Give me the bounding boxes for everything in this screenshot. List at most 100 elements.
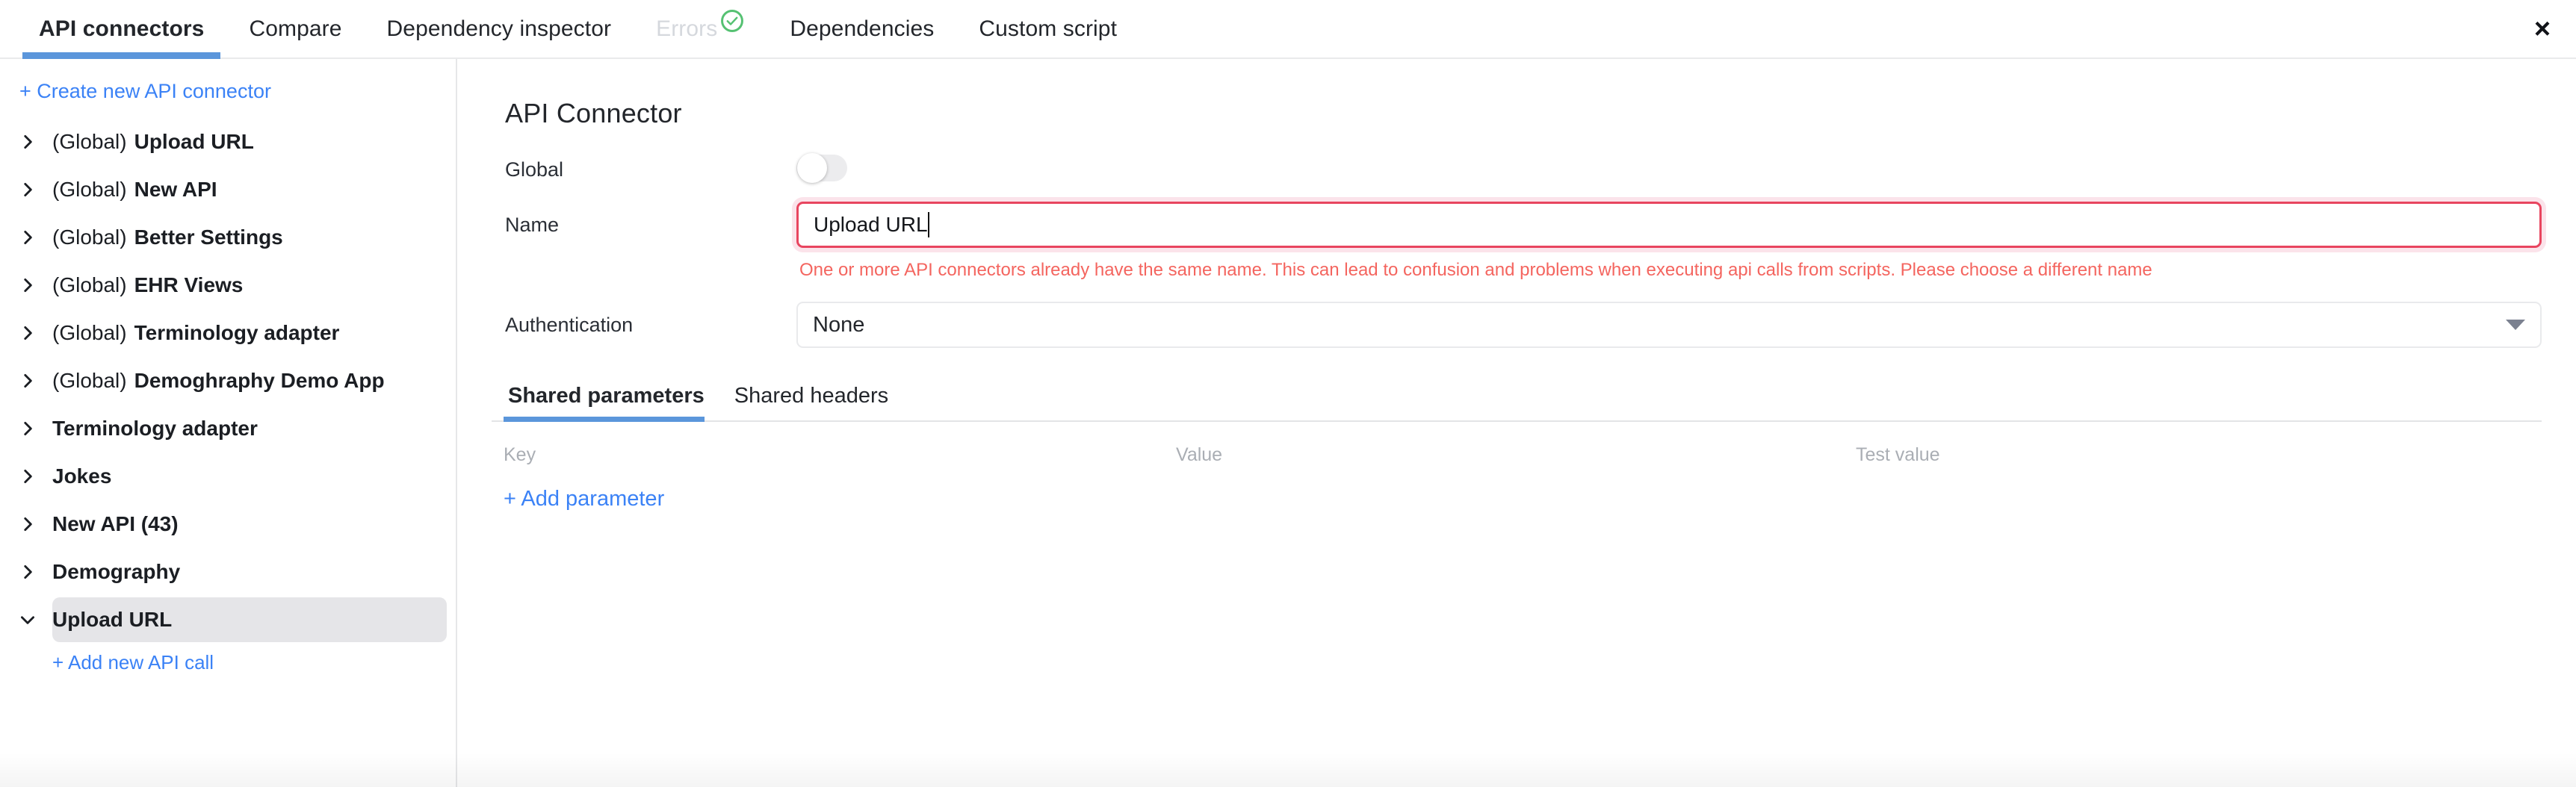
chevron-right-icon	[16, 562, 39, 582]
tree-item-label: (Global) EHR Views	[52, 273, 243, 297]
chevron-right-icon	[16, 228, 39, 247]
tree-item-label: Upload URL	[52, 608, 172, 632]
authentication-select[interactable]: None	[796, 302, 2542, 348]
chevron-right-icon	[16, 276, 39, 295]
tree-item-label: (Global) Demoghraphy Demo App	[52, 369, 385, 393]
tab-custom-script-label: Custom script	[979, 16, 1118, 41]
tree-item-global-ehr-views[interactable]: (Global) EHR Views	[0, 261, 456, 309]
tree-item-global-better-settings[interactable]: (Global) Better Settings	[0, 214, 456, 261]
tab-errors[interactable]: Errors	[634, 0, 767, 57]
chevron-right-icon	[16, 323, 39, 343]
tree-item-name: EHR Views	[134, 273, 244, 296]
chevron-right-icon	[16, 132, 39, 152]
tree-item-prefix: (Global)	[52, 369, 127, 392]
name-row: Name One or more API connectors already …	[492, 202, 2542, 281]
tree-item-name: Demography	[52, 560, 181, 583]
tree-item-prefix: (Global)	[52, 178, 127, 201]
name-input-shell	[796, 202, 2542, 248]
authentication-control: None	[796, 302, 2542, 348]
tree-item-demography[interactable]: Demography	[0, 548, 456, 596]
tree-item-jokes[interactable]: Jokes	[0, 452, 456, 500]
column-header-value: Value	[1176, 444, 1223, 465]
close-icon[interactable]: ×	[2525, 12, 2560, 46]
column-header-test-value: Test value	[1856, 444, 1940, 465]
tree-item-prefix: (Global)	[52, 225, 127, 249]
tree-item-global-demoghraphy-demo-app[interactable]: (Global) Demoghraphy Demo App	[0, 357, 456, 405]
column-header-key: Key	[504, 444, 536, 465]
shared-section-tabs: Shared parameters Shared headers	[492, 384, 2542, 422]
tree-item-label: (Global) Terminology adapter	[52, 321, 339, 345]
tab-shared-headers[interactable]: Shared headers	[730, 384, 899, 420]
top-tabs: API connectors Compare Dependency inspec…	[0, 0, 1139, 59]
tree-item-prefix: (Global)	[52, 130, 127, 153]
tab-shared-parameters-label: Shared parameters	[508, 384, 705, 408]
toggle-knob	[797, 153, 827, 183]
tree-item-global-new-api[interactable]: (Global) New API	[0, 166, 456, 214]
tree-item-global-terminology-adapter[interactable]: (Global) Terminology adapter	[0, 309, 456, 357]
tree-item-name: New API	[134, 178, 217, 201]
chevron-right-icon	[16, 180, 39, 199]
tree-item-name: Upload URL	[52, 608, 173, 631]
tab-dependencies-label: Dependencies	[790, 16, 935, 41]
chevron-right-icon	[16, 467, 39, 486]
global-toggle[interactable]	[796, 153, 847, 183]
tree-item-terminology-adapter[interactable]: Terminology adapter	[0, 405, 456, 452]
window-body: + Create new API connector (Global) Uplo…	[0, 59, 2576, 787]
tab-compare-label: Compare	[249, 16, 342, 41]
tree-item-name: Upload URL	[134, 130, 254, 153]
tree-item-label: (Global) New API	[52, 178, 217, 202]
add-parameter-link[interactable]: + Add parameter	[504, 487, 664, 511]
tab-custom-script[interactable]: Custom script	[956, 0, 1139, 57]
table-header-row: Key Value Test value	[504, 444, 2542, 466]
tree-item-label: (Global) Better Settings	[52, 225, 283, 249]
api-connectors-sidebar: + Create new API connector (Global) Uplo…	[0, 59, 457, 787]
authentication-label: Authentication	[505, 313, 634, 336]
name-control: One or more API connectors already have …	[796, 202, 2542, 281]
tree-item-label: New API (43)	[52, 512, 179, 536]
tree-item-prefix: (Global)	[52, 273, 127, 296]
tree-item-label: (Global) Upload URL	[52, 130, 254, 154]
global-control	[796, 153, 2542, 185]
api-connectors-window: API connectors Compare Dependency inspec…	[0, 0, 2576, 787]
chevron-down-icon	[16, 610, 39, 629]
tree-item-label: Demography	[52, 560, 180, 584]
tab-shared-headers-label: Shared headers	[734, 384, 889, 408]
top-tab-bar: API connectors Compare Dependency inspec…	[0, 0, 2576, 59]
tab-api-connectors[interactable]: API connectors	[16, 0, 226, 59]
authentication-select-wrap: None	[796, 302, 2542, 348]
name-error-message: One or more API connectors already have …	[799, 260, 2152, 280]
name-input[interactable]	[796, 202, 2542, 248]
tab-compare[interactable]: Compare	[226, 0, 364, 57]
add-new-api-call-link[interactable]: + Add new API call	[0, 644, 456, 674]
tree-item-name: Terminology adapter	[134, 321, 340, 344]
tab-dependencies[interactable]: Dependencies	[767, 0, 956, 57]
api-connector-tree: (Global) Upload URL (Global) New API (Gl…	[0, 113, 456, 674]
tree-item-name: Jokes	[52, 464, 112, 488]
chevron-right-icon	[16, 371, 39, 391]
global-label: Global	[505, 158, 564, 181]
create-new-api-connector-link[interactable]: + Create new API connector	[0, 72, 456, 113]
tree-item-label: Jokes	[52, 464, 111, 488]
tree-item-name: Demoghraphy Demo App	[134, 369, 385, 392]
tree-item-new-api[interactable]: New API (43)	[0, 500, 456, 548]
tree-item-label: Terminology adapter	[52, 417, 258, 441]
tree-item-global-upload-url[interactable]: (Global) Upload URL	[0, 118, 456, 166]
authentication-row: Authentication None	[492, 302, 2542, 348]
tab-dependency-inspector[interactable]: Dependency inspector	[365, 0, 634, 57]
shared-parameters-table: Key Value Test value + Add parameter	[492, 444, 2542, 511]
tree-item-name: New API (43)	[52, 512, 179, 535]
page-title: API Connector	[505, 98, 682, 128]
check-circle-icon	[719, 8, 745, 34]
tab-dependency-inspector-label: Dependency inspector	[386, 16, 612, 41]
chevron-right-icon	[16, 419, 39, 438]
tree-item-upload-url-selected[interactable]: Upload URL	[0, 596, 456, 644]
tab-api-connectors-label: API connectors	[39, 16, 205, 41]
authentication-selected-value: None	[813, 312, 865, 337]
chevron-right-icon	[16, 514, 39, 534]
name-label: Name	[505, 214, 560, 236]
tab-shared-parameters[interactable]: Shared parameters	[504, 384, 715, 422]
tree-item-name: Terminology adapter	[52, 417, 258, 440]
tab-errors-label: Errors	[656, 16, 718, 41]
tree-item-prefix: (Global)	[52, 321, 127, 344]
global-row: Global	[492, 153, 2542, 185]
